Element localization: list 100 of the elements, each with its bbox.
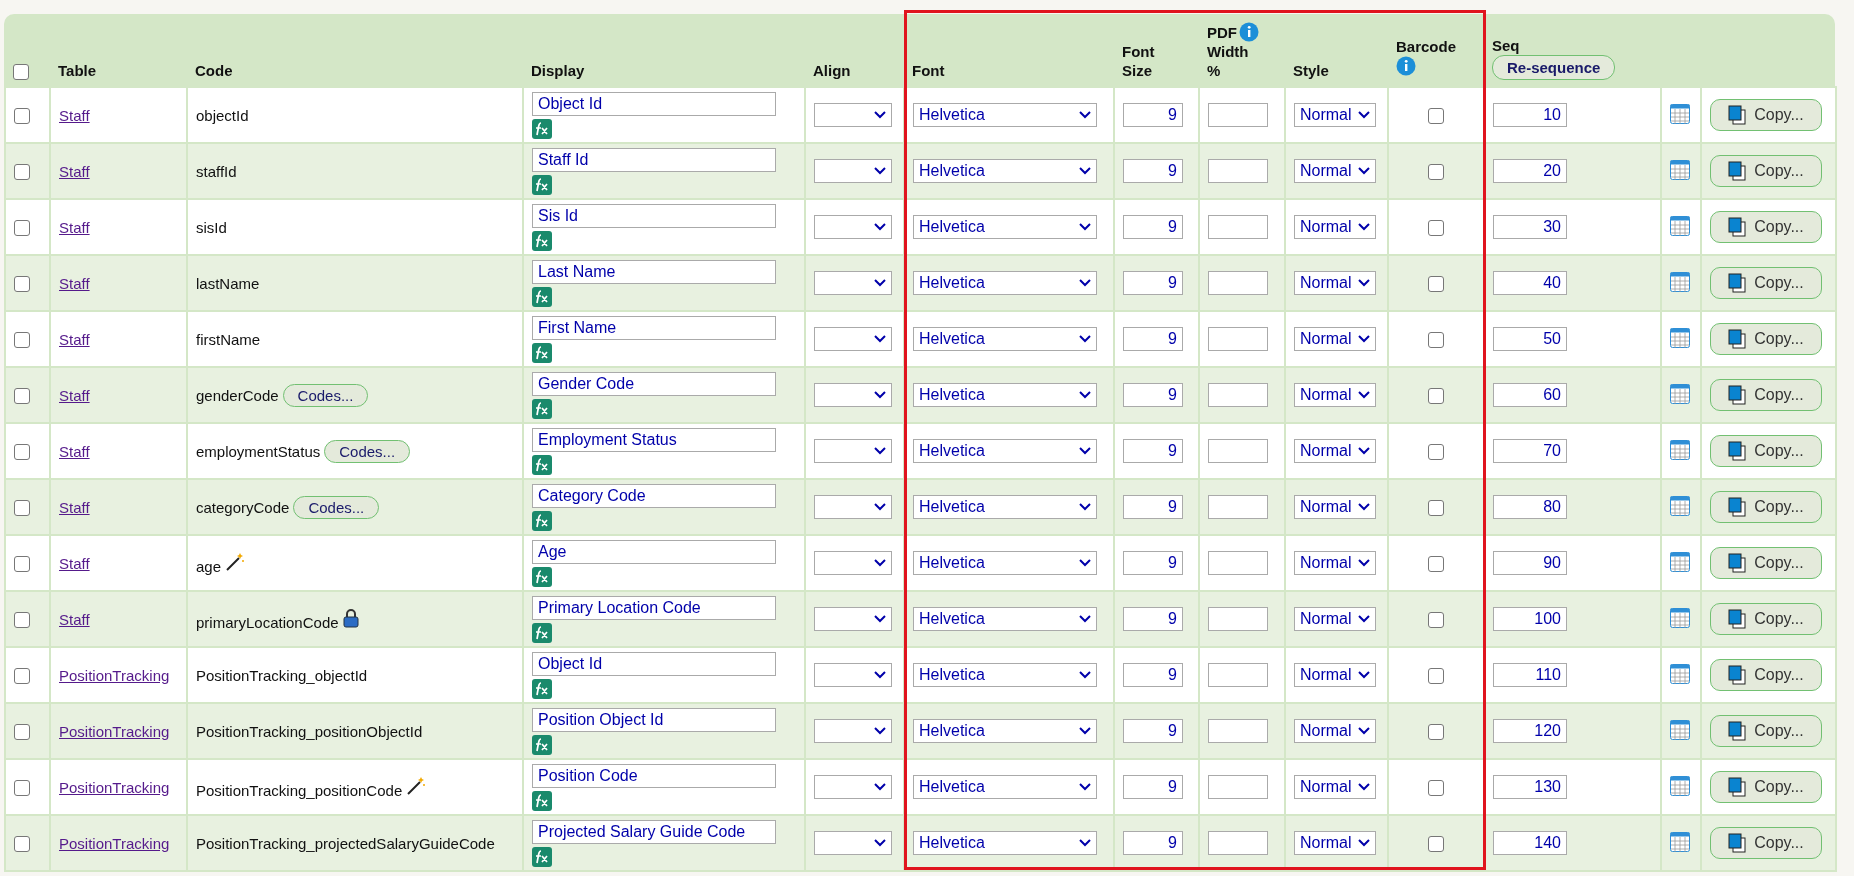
function-icon[interactable] [532, 230, 552, 251]
copy-button[interactable]: Copy... [1710, 323, 1822, 355]
pdf-width-field[interactable] [1208, 719, 1268, 743]
pdf-width-field[interactable] [1208, 215, 1268, 239]
align-select[interactable] [814, 271, 892, 295]
font-size-field[interactable]: 9 [1123, 383, 1183, 407]
font-size-field[interactable]: 9 [1123, 775, 1183, 799]
style-select[interactable]: Normal [1294, 439, 1376, 463]
sequence-field[interactable]: 80 [1493, 495, 1567, 519]
style-select[interactable]: Normal [1294, 383, 1376, 407]
style-select[interactable]: Normal [1294, 103, 1376, 127]
display-field[interactable]: Sis Id [532, 203, 776, 228]
function-icon[interactable] [532, 454, 552, 475]
display-field[interactable]: Primary Location Code [532, 595, 776, 620]
font-size-field[interactable]: 9 [1123, 607, 1183, 631]
row-checkbox[interactable] [14, 668, 30, 684]
sequence-field[interactable]: 50 [1493, 327, 1567, 351]
style-select[interactable]: Normal [1294, 271, 1376, 295]
barcode-checkbox[interactable] [1428, 668, 1444, 684]
pdf-width-field[interactable] [1208, 271, 1268, 295]
barcode-checkbox[interactable] [1428, 836, 1444, 852]
font-select[interactable]: Helvetica [913, 551, 1097, 575]
display-field[interactable]: Last Name [532, 259, 776, 284]
calendar-icon[interactable] [1670, 607, 1690, 628]
copy-button[interactable]: Copy... [1710, 155, 1822, 187]
style-select[interactable]: Normal [1294, 607, 1376, 631]
sequence-field[interactable]: 100 [1493, 607, 1567, 631]
copy-button[interactable]: Copy... [1710, 771, 1822, 803]
function-icon[interactable] [532, 846, 552, 867]
row-checkbox[interactable] [14, 612, 30, 628]
row-checkbox[interactable] [14, 500, 30, 516]
font-select[interactable]: Helvetica [913, 775, 1097, 799]
style-select[interactable]: Normal [1294, 159, 1376, 183]
barcode-checkbox[interactable] [1428, 276, 1444, 292]
align-select[interactable] [814, 383, 892, 407]
copy-button[interactable]: Copy... [1710, 659, 1822, 691]
display-field[interactable]: Age [532, 539, 776, 564]
pdf-width-field[interactable] [1208, 383, 1268, 407]
calendar-icon[interactable] [1670, 159, 1690, 180]
pdf-width-field[interactable] [1208, 551, 1268, 575]
display-field[interactable]: Projected Salary Guide Code [532, 819, 776, 844]
sequence-field[interactable]: 110 [1493, 663, 1567, 687]
row-checkbox[interactable] [14, 332, 30, 348]
align-select[interactable] [814, 327, 892, 351]
copy-button[interactable]: Copy... [1710, 99, 1822, 131]
barcode-checkbox[interactable] [1428, 500, 1444, 516]
align-select[interactable] [814, 439, 892, 463]
align-select[interactable] [814, 215, 892, 239]
barcode-checkbox[interactable] [1428, 388, 1444, 404]
barcode-checkbox[interactable] [1428, 724, 1444, 740]
function-icon[interactable] [532, 118, 552, 139]
sequence-field[interactable]: 40 [1493, 271, 1567, 295]
style-select[interactable]: Normal [1294, 551, 1376, 575]
sequence-field[interactable]: 60 [1493, 383, 1567, 407]
table-link[interactable]: Staff [59, 610, 90, 628]
align-select[interactable] [814, 663, 892, 687]
align-select[interactable] [814, 831, 892, 855]
info-icon[interactable] [1239, 22, 1259, 42]
function-icon[interactable] [532, 398, 552, 419]
font-size-field[interactable]: 9 [1123, 271, 1183, 295]
copy-button[interactable]: Copy... [1710, 547, 1822, 579]
calendar-icon[interactable] [1670, 775, 1690, 796]
function-icon[interactable] [532, 678, 552, 699]
pdf-width-field[interactable] [1208, 663, 1268, 687]
align-select[interactable] [814, 775, 892, 799]
pdf-width-field[interactable] [1208, 439, 1268, 463]
copy-button[interactable]: Copy... [1710, 603, 1822, 635]
font-select[interactable]: Helvetica [913, 103, 1097, 127]
barcode-checkbox[interactable] [1428, 780, 1444, 796]
display-field[interactable]: First Name [532, 315, 776, 340]
barcode-checkbox[interactable] [1428, 612, 1444, 628]
table-link[interactable]: Staff [59, 330, 90, 348]
font-size-field[interactable]: 9 [1123, 439, 1183, 463]
calendar-icon[interactable] [1670, 271, 1690, 292]
row-checkbox[interactable] [14, 780, 30, 796]
align-select[interactable] [814, 607, 892, 631]
codes-button[interactable]: Codes... [282, 383, 369, 407]
barcode-checkbox[interactable] [1428, 108, 1444, 124]
display-field[interactable]: Gender Code [532, 371, 776, 396]
copy-button[interactable]: Copy... [1710, 715, 1822, 747]
sequence-field[interactable]: 30 [1493, 215, 1567, 239]
pdf-width-field[interactable] [1208, 159, 1268, 183]
calendar-icon[interactable] [1670, 663, 1690, 684]
font-select[interactable]: Helvetica [913, 383, 1097, 407]
font-size-field[interactable]: 9 [1123, 551, 1183, 575]
sequence-field[interactable]: 20 [1493, 159, 1567, 183]
copy-button[interactable]: Copy... [1710, 379, 1822, 411]
barcode-checkbox[interactable] [1428, 332, 1444, 348]
calendar-icon[interactable] [1670, 495, 1690, 516]
font-size-field[interactable]: 9 [1123, 159, 1183, 183]
function-icon[interactable] [532, 734, 552, 755]
barcode-checkbox[interactable] [1428, 220, 1444, 236]
style-select[interactable]: Normal [1294, 719, 1376, 743]
font-size-field[interactable]: 9 [1123, 719, 1183, 743]
resequence-button[interactable]: Re-sequence [1492, 55, 1616, 80]
table-link[interactable]: Staff [59, 274, 90, 292]
function-icon[interactable] [532, 342, 552, 363]
sequence-field[interactable]: 70 [1493, 439, 1567, 463]
sequence-field[interactable]: 10 [1493, 103, 1567, 127]
calendar-icon[interactable] [1670, 719, 1690, 740]
